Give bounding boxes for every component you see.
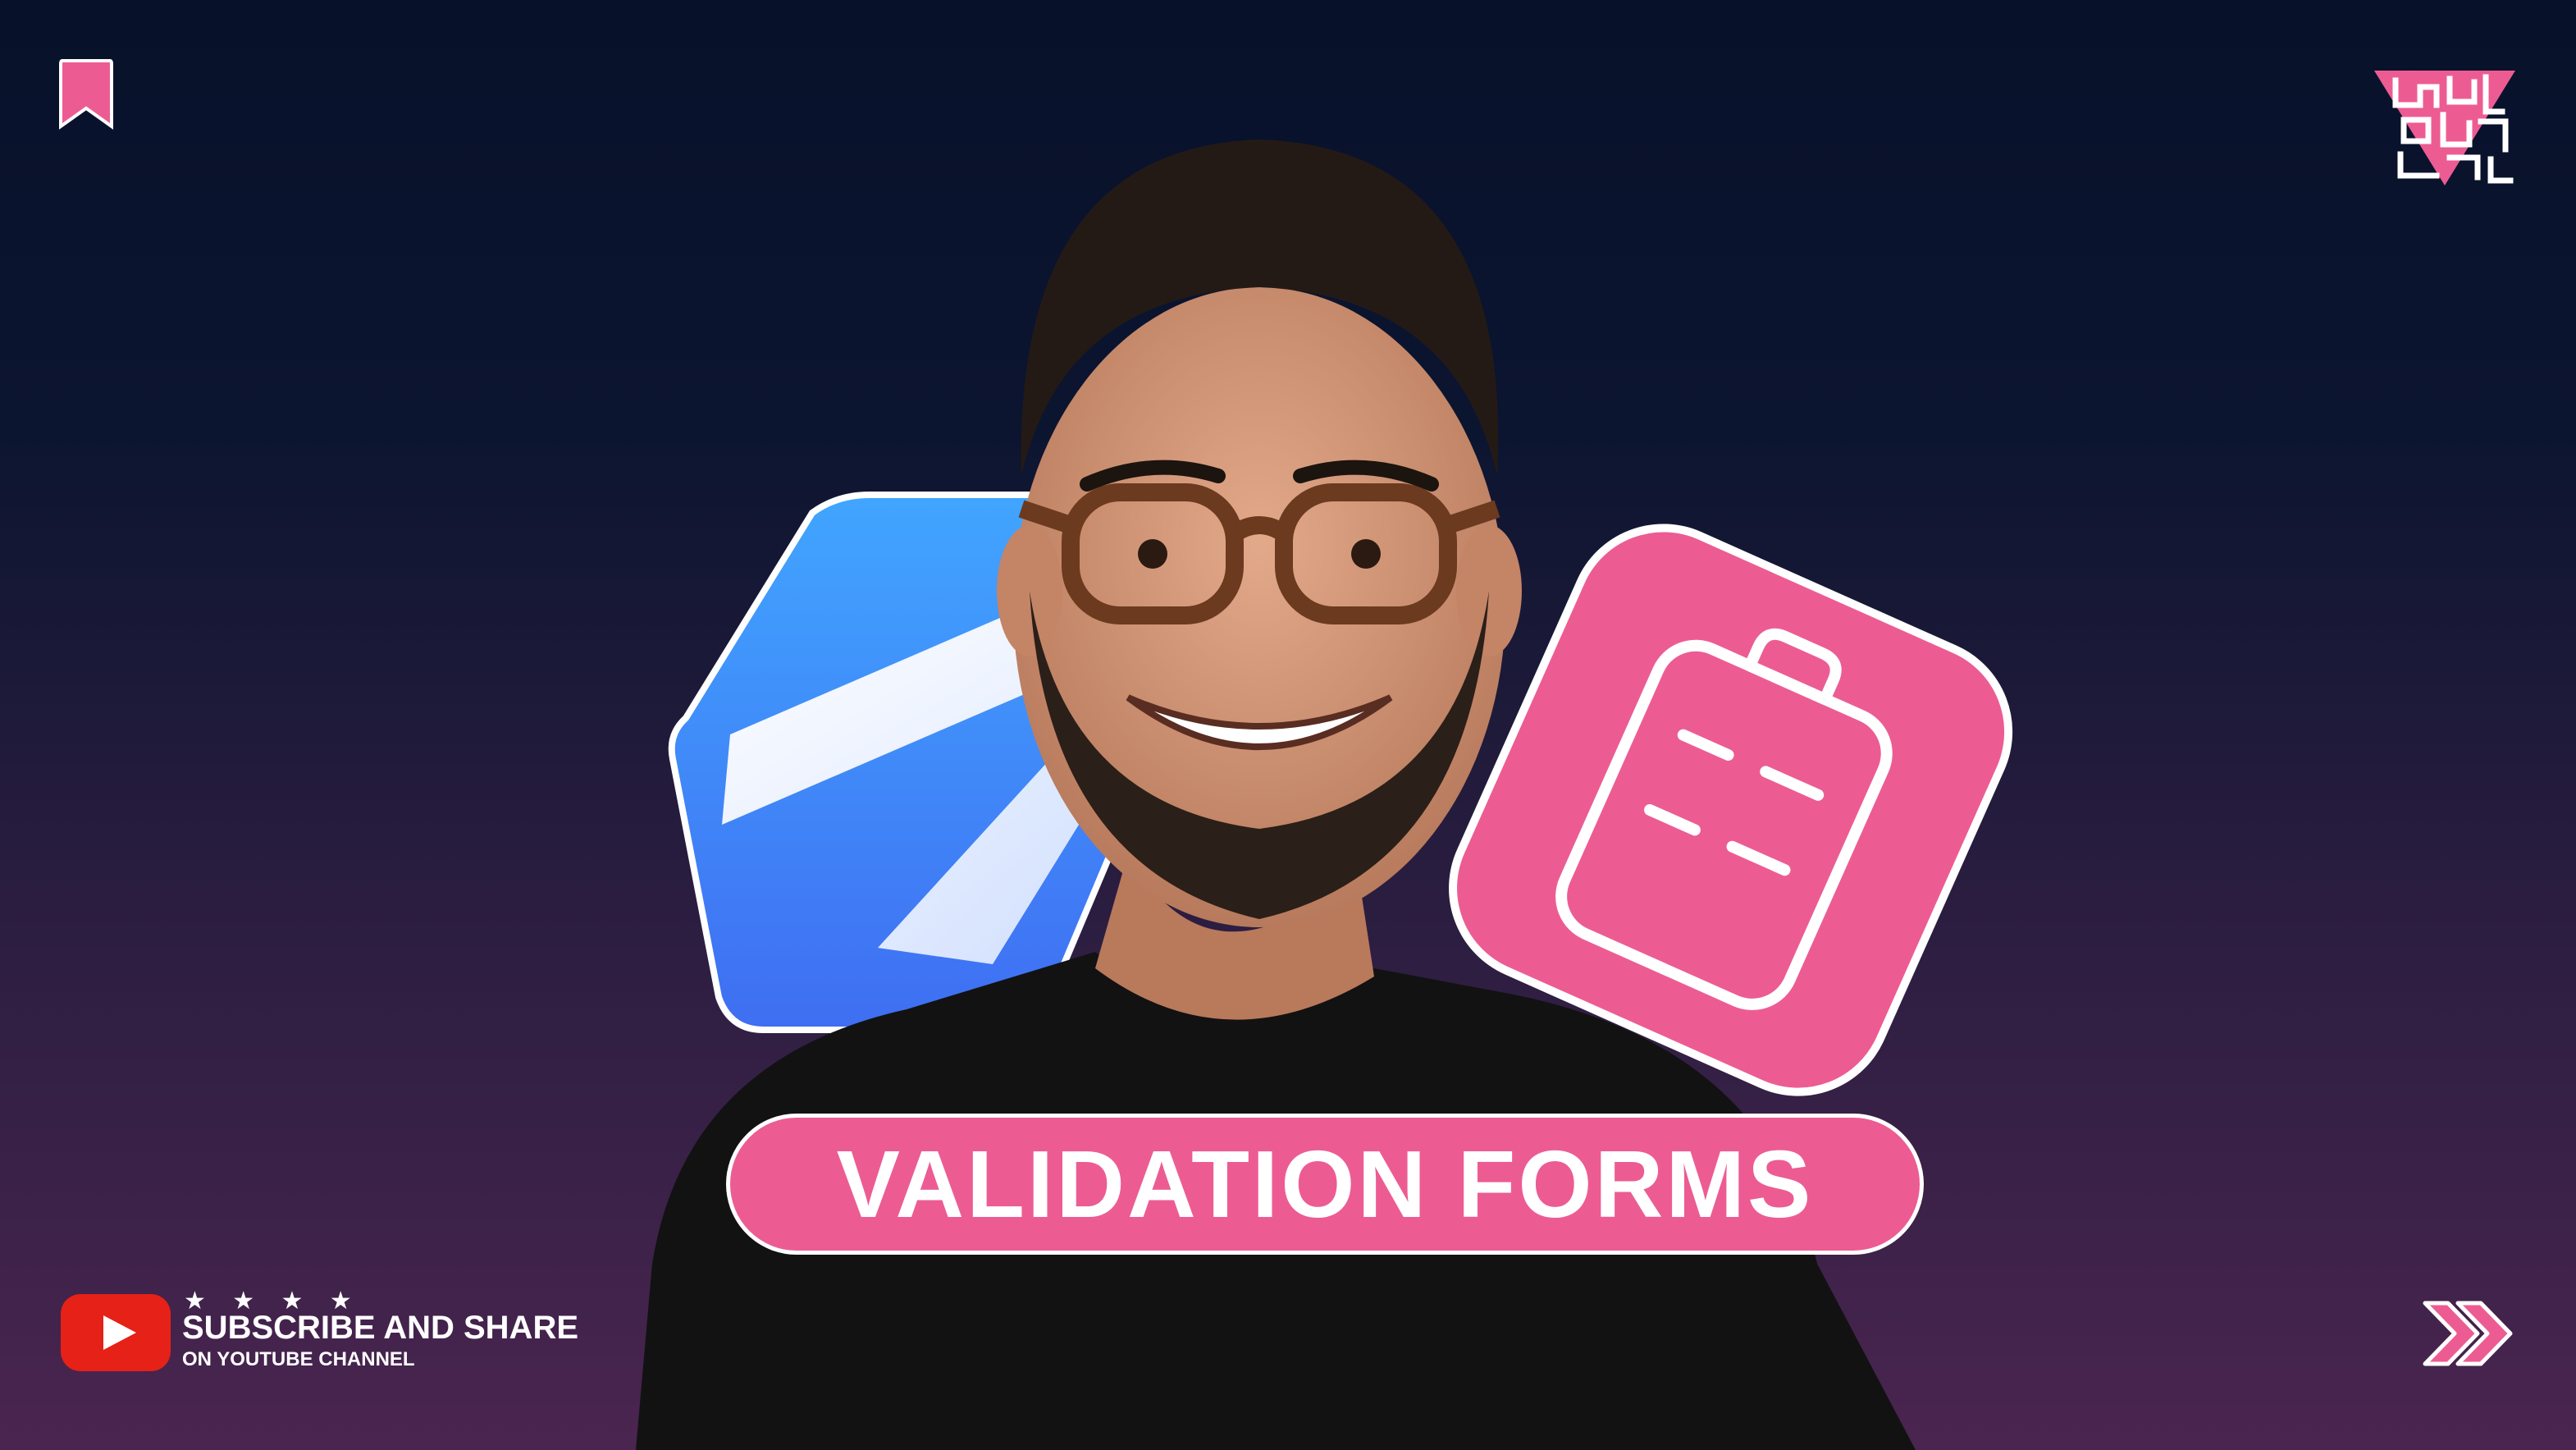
video-title: VALIDATION FORMS <box>836 1131 1814 1237</box>
title-banner: VALIDATION FORMS <box>726 1114 1924 1255</box>
chevron-double-right-icon <box>2423 1301 2513 1366</box>
bookmark-icon <box>59 59 113 130</box>
youtube-play-icon <box>61 1294 171 1371</box>
thumbnail-canvas: VALIDATION FORMS ★ ★ ★ ★ SUBSCRIBE AND S… <box>0 0 2576 1450</box>
channel-cta-subtext: ON YOUTUBE CHANNEL <box>182 1348 415 1370</box>
brand-logo <box>2374 71 2515 185</box>
subscribe-cta-text: SUBSCRIBE AND SHARE <box>182 1310 579 1346</box>
